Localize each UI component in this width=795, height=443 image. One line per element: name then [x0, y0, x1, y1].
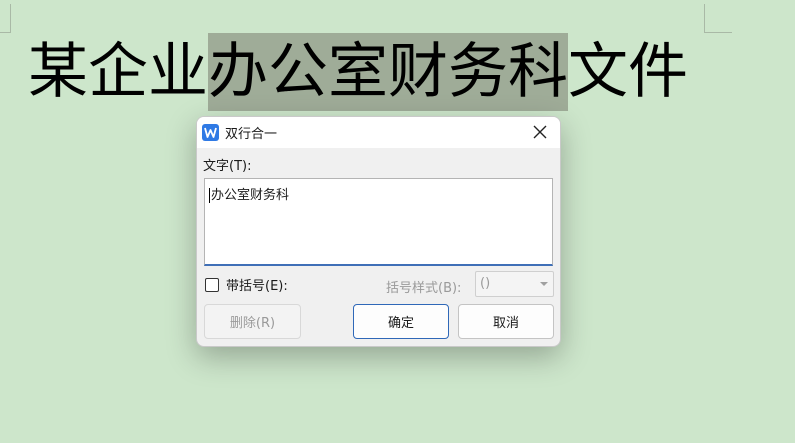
document-text-line[interactable]: 某企业 办公室财务科 文件 [28, 33, 688, 111]
combine-lines-dialog: 双行合一 文字(T): 办公室财务科 带括号(E): 括号样式(B): () 删… [196, 116, 561, 347]
dialog-titlebar[interactable]: 双行合一 [197, 117, 560, 148]
delete-button[interactable]: 删除(R) [204, 304, 301, 339]
chevron-down-icon [540, 282, 548, 286]
close-icon [533, 125, 547, 139]
bracket-style-select[interactable]: () [475, 271, 554, 297]
dialog-title: 双行合一 [225, 127, 278, 142]
close-button[interactable] [528, 120, 552, 144]
document-text-after[interactable]: 文件 [568, 33, 688, 111]
page-corner-mark-left [0, 4, 11, 33]
text-field-label: 文字(T): [203, 159, 252, 174]
document-text-before[interactable]: 某企业 [28, 33, 208, 111]
bracket-style-label: 括号样式(B): [386, 281, 462, 296]
cancel-button[interactable]: 取消 [458, 304, 554, 339]
document-selected-text[interactable]: 办公室财务科 [208, 33, 568, 111]
ok-button[interactable]: 确定 [353, 304, 449, 339]
bracket-style-value: () [480, 276, 491, 291]
bracket-checkbox-row[interactable]: 带括号(E): [205, 275, 288, 294]
text-input[interactable]: 办公室财务科 [204, 178, 553, 266]
page-corner-mark-right [704, 4, 732, 33]
wps-writer-icon [202, 124, 219, 141]
bracket-checkbox[interactable] [205, 277, 219, 292]
bracket-checkbox-label[interactable]: 带括号(E): [226, 275, 288, 294]
text-caret [209, 188, 210, 203]
text-input-value: 办公室财务科 [211, 188, 290, 203]
